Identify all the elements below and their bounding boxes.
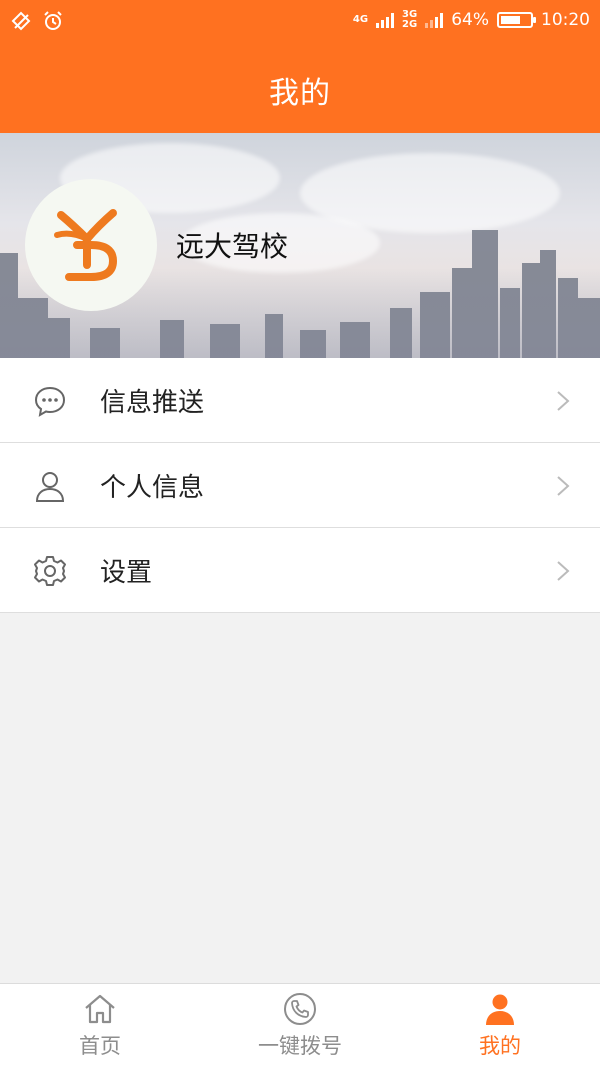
user-icon bbox=[35, 472, 65, 502]
status-left bbox=[10, 10, 64, 32]
battery-percent: 64% bbox=[451, 10, 489, 30]
profile-banner: 远大驾校 bbox=[0, 133, 600, 358]
phone-icon bbox=[284, 993, 316, 1025]
menu-list: 信息推送 个人信息 设置 bbox=[0, 358, 600, 613]
school-logo-avatar[interactable] bbox=[25, 179, 157, 311]
person-icon bbox=[486, 994, 514, 1025]
network-type-1: 4G bbox=[352, 14, 369, 25]
alarm-icon bbox=[44, 11, 62, 30]
signal-icon-1 bbox=[376, 12, 395, 28]
menu-item-message-push[interactable]: 信息推送 bbox=[0, 358, 600, 443]
tab-label: 一键拨号 bbox=[258, 1034, 342, 1058]
status-right: 4G 3G 2G 64% 10:20 bbox=[352, 9, 590, 31]
clock: 10:20 bbox=[541, 10, 590, 30]
menu-item-settings[interactable]: 设置 bbox=[0, 528, 600, 613]
tab-label: 首页 bbox=[79, 1034, 121, 1058]
page-title: 我的 bbox=[269, 76, 331, 111]
home-icon bbox=[85, 994, 115, 1024]
yd-logo-icon bbox=[54, 209, 118, 281]
tab-dial[interactable]: 一键拨号 bbox=[200, 984, 400, 1067]
tab-mine[interactable]: 我的 bbox=[400, 984, 600, 1067]
top-bar: 4G 3G 2G 64% 10:20 我的 bbox=[0, 0, 600, 133]
network-type-2: 3G 2G bbox=[402, 9, 418, 30]
chevron-right-icon bbox=[557, 561, 570, 581]
menu-item-label: 信息推送 bbox=[100, 387, 205, 418]
chevron-right-icon bbox=[557, 391, 570, 411]
chat-bubble-icon bbox=[34, 386, 66, 417]
menu-item-personal-info[interactable]: 个人信息 bbox=[0, 443, 600, 528]
status-bar: 4G 3G 2G 64% 10:20 bbox=[0, 0, 600, 42]
menu-item-label: 个人信息 bbox=[100, 472, 205, 503]
chevron-right-icon bbox=[557, 476, 570, 496]
no-signal-icon bbox=[11, 11, 31, 31]
gear-icon bbox=[34, 556, 66, 586]
signal-icon-2 bbox=[425, 12, 444, 28]
bottom-tab-bar: 首页 一键拨号 我的 bbox=[0, 983, 600, 1067]
tab-label: 我的 bbox=[479, 1034, 521, 1058]
tab-home[interactable]: 首页 bbox=[0, 984, 200, 1067]
menu-item-label: 设置 bbox=[100, 557, 153, 588]
battery-icon bbox=[497, 12, 536, 28]
school-name: 远大驾校 bbox=[176, 230, 289, 263]
